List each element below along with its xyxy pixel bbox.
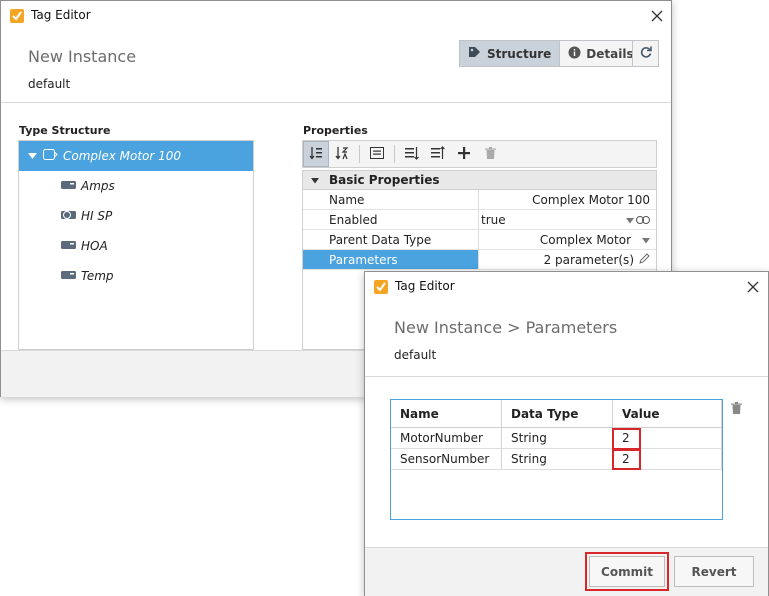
cell-data-type[interactable]: String: [502, 428, 613, 448]
tree-item-hi-sp[interactable]: HI SP: [19, 201, 253, 231]
chevron-down-icon[interactable]: [28, 149, 40, 163]
property-value-text: Complex Motor: [539, 232, 631, 247]
highlight-commit: [585, 552, 669, 591]
tree-item-label: HI SP: [81, 209, 113, 223]
column-header-name[interactable]: Name: [391, 400, 502, 427]
tree-item-hoa[interactable]: HOA: [19, 231, 253, 261]
add-button[interactable]: [451, 141, 477, 167]
page-title: New Instance: [28, 47, 137, 66]
tag-provider: default: [28, 77, 71, 91]
titlebar: Tag Editor: [365, 272, 768, 303]
cell-name: SensorNumber: [391, 449, 502, 469]
property-name: Name: [303, 190, 479, 209]
toolbar-separator: [394, 145, 395, 163]
tree-item-label: Temp: [81, 269, 114, 283]
tag-icon: [61, 179, 76, 193]
tree-item-label: HOA: [81, 239, 108, 253]
list-icon: [370, 146, 384, 162]
tree-item-complex-motor-100[interactable]: Complex Motor 100: [19, 141, 253, 171]
column-header-value[interactable]: Value: [613, 400, 722, 427]
trash-icon: [484, 146, 496, 162]
memory-tag-icon: [61, 209, 76, 224]
plus-icon: [458, 146, 470, 162]
tree-item-label: Amps: [81, 179, 115, 193]
highlight-value-2: [612, 448, 641, 470]
tag-icon: [61, 239, 76, 253]
revert-button[interactable]: Revert: [674, 556, 754, 587]
property-value-text: Complex Motor 100: [532, 192, 650, 207]
collapse-all-icon: [431, 145, 445, 163]
app-icon: [10, 9, 24, 23]
udt-instance-icon: [43, 149, 58, 163]
description-button[interactable]: [364, 141, 390, 167]
collapse-all-button[interactable]: [425, 141, 451, 167]
structure-button[interactable]: Structure: [459, 40, 561, 67]
cell-name: MotorNumber: [391, 428, 502, 448]
close-icon[interactable]: [742, 276, 764, 298]
group-label: Basic Properties: [329, 173, 440, 187]
tag-icon: [468, 46, 482, 61]
properties-toolbar: [302, 140, 657, 168]
divider: [365, 376, 768, 377]
expand-all-icon: [405, 146, 419, 163]
property-name: Enabled: [303, 210, 479, 229]
page-title: New Instance > Parameters: [394, 318, 618, 337]
tree-item-temp[interactable]: Temp: [19, 261, 253, 291]
divider: [1, 102, 671, 103]
structure-label: Structure: [487, 46, 552, 61]
property-value[interactable]: 2 parameter(s): [479, 250, 656, 269]
refresh-icon: [639, 45, 653, 62]
group-basic-properties[interactable]: Basic Properties: [303, 171, 656, 190]
table-row[interactable]: SensorNumber String 2: [391, 449, 722, 470]
property-value-text: 2 parameter(s): [543, 252, 634, 267]
sort-alpha-button[interactable]: [329, 141, 355, 167]
details-button[interactable]: Details: [560, 40, 643, 67]
toolbar-separator: [359, 145, 360, 163]
chevron-down-icon[interactable]: [642, 233, 650, 247]
window-title: Tag Editor: [395, 279, 455, 293]
sort-categorized-icon: [309, 146, 323, 163]
close-icon[interactable]: [646, 5, 668, 27]
tree-item-amps[interactable]: Amps: [19, 171, 253, 201]
column-header-data-type[interactable]: Data Type: [502, 400, 613, 427]
delete-button[interactable]: [477, 141, 503, 167]
chevron-down-icon[interactable]: [311, 173, 319, 187]
chevron-down-icon[interactable]: [626, 213, 634, 227]
trash-icon[interactable]: [731, 402, 742, 417]
table-header: Name Data Type Value: [391, 400, 722, 428]
tag-icon: [61, 269, 76, 283]
cell-data-type[interactable]: String: [502, 449, 613, 469]
property-name: Parameters: [303, 250, 479, 269]
property-value[interactable]: Complex Motor 100: [479, 190, 656, 209]
parameters-window: Tag Editor New Instance > Parameters def…: [364, 271, 769, 596]
property-row[interactable]: Enabled true: [303, 210, 656, 230]
property-value-text: true: [481, 212, 506, 227]
tree-item-label: Complex Motor 100: [63, 149, 182, 163]
titlebar: Tag Editor: [1, 1, 671, 32]
sort-alpha-icon: [335, 146, 349, 163]
type-structure-heading: Type Structure: [19, 124, 111, 137]
property-value[interactable]: true: [479, 210, 656, 229]
details-label: Details: [586, 46, 634, 61]
app-icon: [374, 280, 388, 294]
expand-all-button[interactable]: [399, 141, 425, 167]
properties-heading: Properties: [303, 124, 368, 137]
property-row[interactable]: Name Complex Motor 100: [303, 190, 656, 210]
sort-categorized-button[interactable]: [303, 141, 329, 167]
type-structure-tree: Complex Motor 100 Amps HI SP HOA Temp: [18, 140, 254, 350]
parameters-table: Name Data Type Value MotorNumber String …: [390, 399, 723, 520]
tag-provider: default: [394, 348, 437, 362]
window-title: Tag Editor: [31, 8, 91, 22]
refresh-button[interactable]: [632, 40, 659, 67]
info-icon: [568, 46, 581, 62]
view-toggle: Structure Details: [459, 40, 643, 67]
pencil-icon[interactable]: [639, 252, 650, 267]
value-controls: [626, 213, 650, 227]
property-name: Parent Data Type: [303, 230, 479, 249]
property-row[interactable]: Parameters 2 parameter(s): [303, 250, 656, 270]
property-value[interactable]: Complex Motor: [479, 230, 656, 249]
link-icon[interactable]: [636, 213, 650, 227]
table-row[interactable]: MotorNumber String 2: [391, 428, 722, 449]
property-row[interactable]: Parent Data Type Complex Motor: [303, 230, 656, 250]
